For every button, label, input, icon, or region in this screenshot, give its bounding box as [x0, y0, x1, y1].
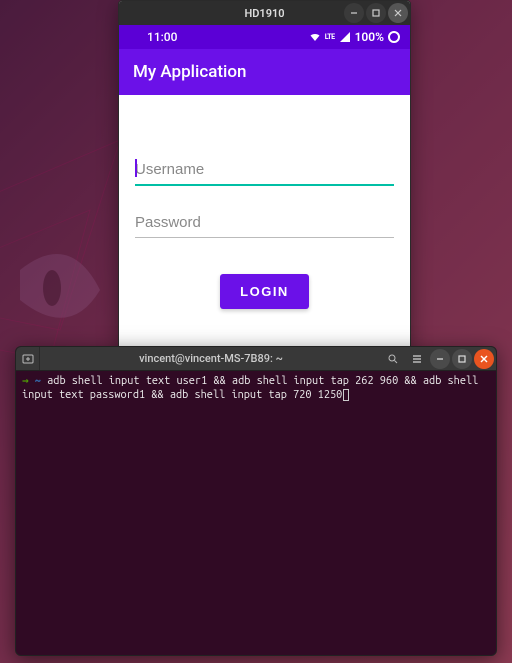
- terminal-minimize-button[interactable]: [430, 349, 450, 369]
- terminal-command: adb shell input text user1 && adb shell …: [22, 375, 485, 401]
- terminal-title: vincent@vincent-MS-7B89: ~: [40, 352, 382, 365]
- username-input[interactable]: [135, 155, 394, 186]
- battery-circle-icon: [388, 31, 400, 43]
- login-button[interactable]: LOGIN: [220, 274, 309, 309]
- text-cursor: [135, 159, 137, 177]
- terminal-titlebar[interactable]: vincent@vincent-MS-7B89: ~: [16, 347, 496, 371]
- new-tab-button[interactable]: [16, 347, 40, 370]
- prompt-arrow: →: [22, 375, 35, 387]
- status-time: 11:00: [147, 30, 177, 44]
- signal-icon: [339, 31, 351, 43]
- terminal-cursor: [343, 389, 349, 401]
- maximize-button[interactable]: [366, 3, 386, 23]
- login-form: LOGIN: [119, 95, 410, 349]
- wifi-icon: [309, 31, 321, 43]
- terminal-body[interactable]: → ~ adb shell input text user1 && adb sh…: [16, 371, 496, 655]
- close-button[interactable]: [388, 3, 408, 23]
- app-title: My Application: [133, 62, 246, 82]
- android-status-bar: 11:00 LTE 100%: [119, 25, 410, 49]
- terminal-window: vincent@vincent-MS-7B89: ~ → ~ adb shell…: [15, 346, 497, 656]
- lte-label: LTE: [325, 33, 335, 41]
- app-bar: My Application: [119, 49, 410, 95]
- hamburger-menu-icon[interactable]: [406, 349, 428, 369]
- minimize-button[interactable]: [344, 3, 364, 23]
- password-field-wrapper: [135, 208, 394, 238]
- android-emulator-window: HD1910 11:00 LTE 100% My Application: [118, 0, 411, 350]
- android-window-titlebar[interactable]: HD1910: [119, 1, 410, 25]
- battery-percent: 100%: [355, 30, 384, 44]
- password-input[interactable]: [135, 208, 394, 238]
- search-icon[interactable]: [382, 349, 404, 369]
- terminal-close-button[interactable]: [474, 349, 494, 369]
- terminal-maximize-button[interactable]: [452, 349, 472, 369]
- username-field-wrapper: [135, 155, 394, 186]
